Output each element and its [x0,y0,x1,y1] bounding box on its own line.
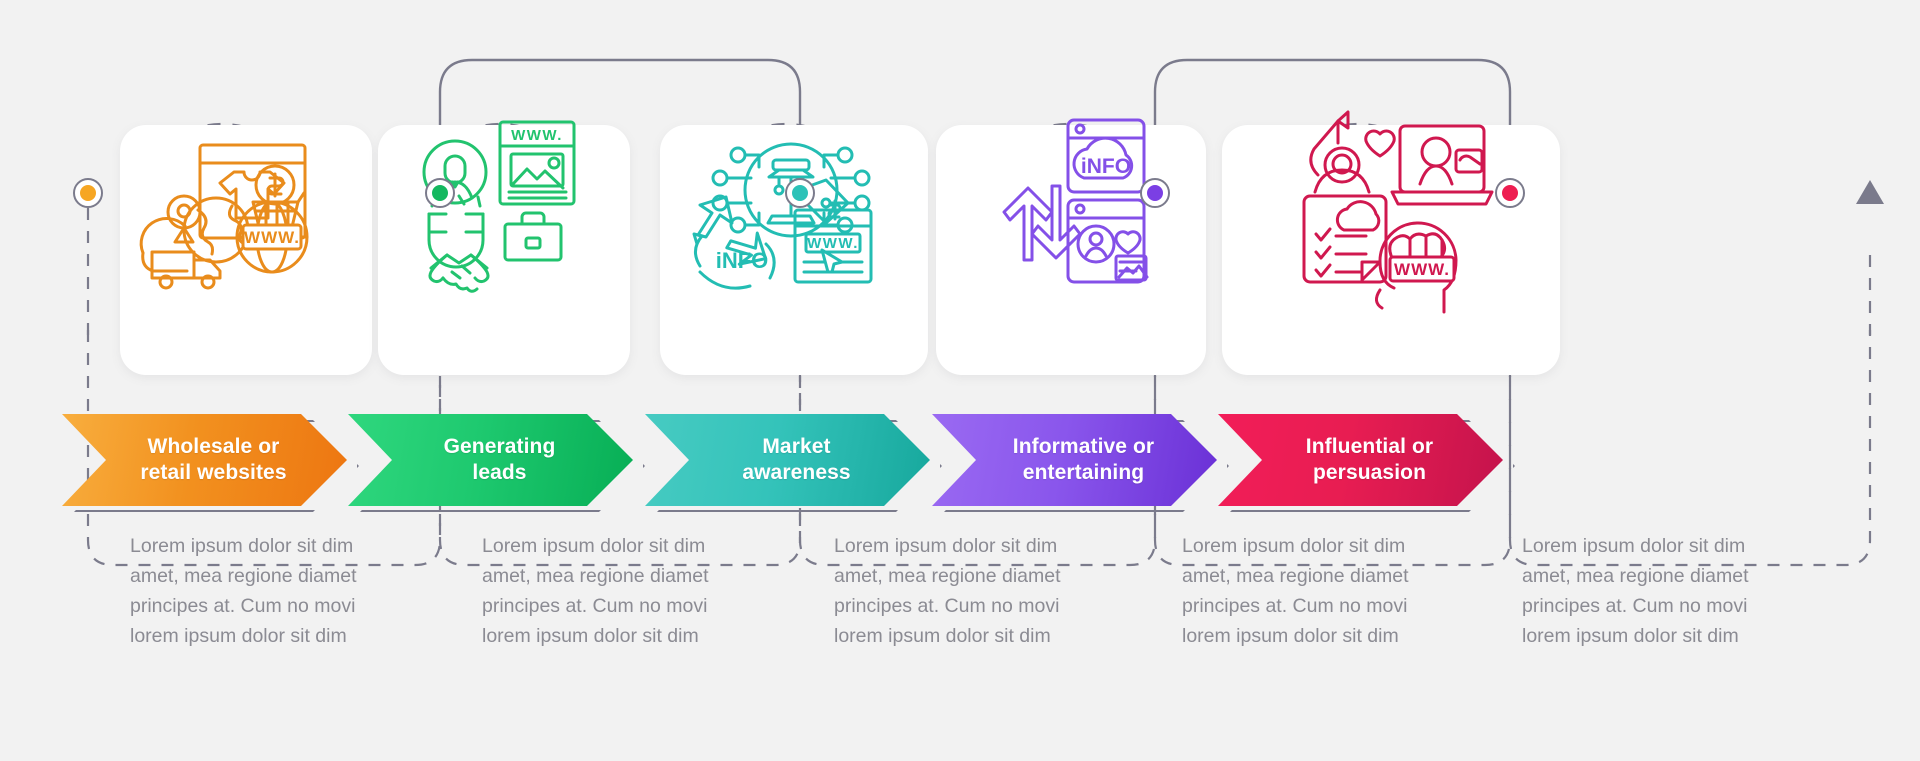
icon-group-2: WWW. [422,120,576,293]
banner-label-2-line1: Generating [443,435,556,458]
briefcase-icon [503,211,563,262]
banner-wrap-2[interactable]: Generating leads [348,414,633,514]
social-profile-heart-icon [1066,198,1146,284]
icon-group-5: WWW. [1302,110,1494,314]
icon-group-4: iNFO [1002,118,1149,284]
checklist-cloud-icon [1302,194,1388,284]
www-browser-image-icon: WWW. [498,120,576,206]
infographic-canvas: WWW. WWW. iNFO WWW. iNFO WWW. Wholesale … [0,0,1920,761]
banner-wrap-4[interactable]: Informative or entertaining [932,414,1217,514]
banner-2[interactable]: Generating leads [348,414,633,506]
megaphone-person-icon [1309,110,1371,194]
svg-text:WWW.: WWW. [244,228,300,247]
step-dot-4[interactable] [1140,178,1170,208]
icon-group-1: WWW. [139,143,309,290]
svg-text:WWW.: WWW. [511,127,563,144]
step-dot-1[interactable] [73,178,103,208]
body-text-4: Lorem ipsum dolor sit dim amet, mea regi… [1182,535,1409,647]
triangle-up-icon [1856,180,1884,204]
handshake-icon [428,253,490,293]
banner-label-2-line2: leads [472,461,527,484]
banner-5[interactable]: Influential or persuasion [1218,414,1503,506]
svg-text:iNFO: iNFO [1081,155,1131,178]
banner-label-1-line1: Wholesale or [147,435,280,458]
banner-label-3-line1: Market [762,435,831,458]
banner-4[interactable]: Informative or entertaining [932,414,1217,506]
svg-text:WWW.: WWW. [1394,260,1450,279]
banner-label-4-line2: entertaining [1022,461,1145,484]
svg-text:iNFO: iNFO [716,248,769,273]
brain-www-head-icon: WWW. [1375,221,1458,314]
banner-label-3: Market awareness [724,434,850,486]
body-text-2: Lorem ipsum dolor sit dim amet, mea regi… [482,535,709,647]
banner-1[interactable]: Wholesale or retail websites [62,414,347,506]
banner-label-5-line1: Influential or [1305,435,1434,458]
banner-label-4: Informative or entertaining [995,434,1154,486]
step-dot-4-fill [1147,185,1163,201]
body-text-3: Lorem ipsum dolor sit dim amet, mea regi… [834,535,1061,647]
body-text-1: Lorem ipsum dolor sit dim amet, mea regi… [130,535,357,647]
banner-label-4-line1: Informative or [1012,435,1155,458]
banner-3[interactable]: Market awareness [645,414,930,506]
image-thumb-icon [1114,254,1149,282]
banner-label-5: Influential or persuasion [1288,434,1433,486]
step-dot-1-fill [80,185,96,201]
banner-label-1-line2: retail websites [140,461,287,484]
step-dot-3[interactable] [785,178,815,208]
banner-label-1: Wholesale or retail websites [122,434,286,486]
banner-wrap-3[interactable]: Market awareness [645,414,930,514]
step-dot-2[interactable] [425,178,455,208]
banner-label-3-line2: awareness [742,461,851,484]
www-browser-cursor-icon: WWW. [793,208,873,284]
icon-group-3: iNFO WWW. [692,142,873,290]
recycle-info-icon: iNFO [692,195,776,290]
cloud-info-browser-icon: iNFO [1066,118,1146,194]
body-text-5: Lorem ipsum dolor sit dim amet, mea regi… [1522,535,1749,647]
step-dot-5-fill [1502,185,1518,201]
banner-label-2: Generating leads [426,434,556,486]
banner-label-5-line2: persuasion [1312,461,1427,484]
banner-wrap-5[interactable]: Influential or persuasion [1218,414,1503,514]
banner-wrap-1[interactable]: Wholesale or retail websites [62,414,347,514]
step-dot-3-fill [792,185,808,201]
svg-text:WWW.: WWW. [807,235,859,252]
step-dot-5[interactable] [1495,178,1525,208]
step-dot-2-fill [432,185,448,201]
laptop-heart-person-icon [1364,124,1494,206]
